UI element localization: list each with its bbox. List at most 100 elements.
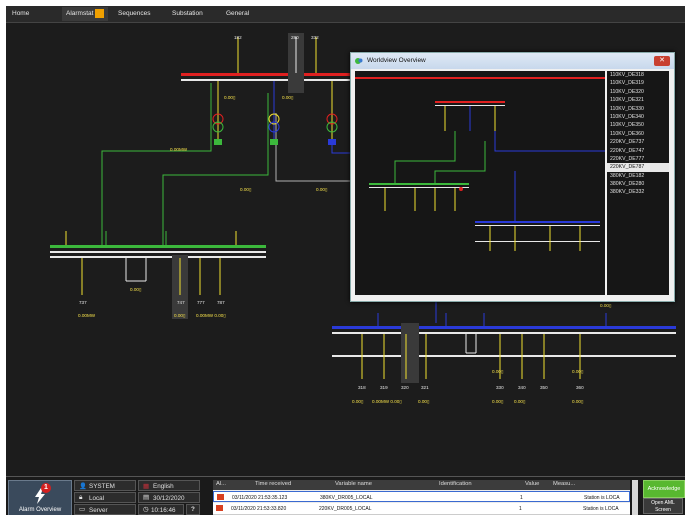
column-header[interactable]: Identification [439, 481, 472, 487]
mode-box: 🔒︎ Local [74, 492, 136, 503]
help-button[interactable]: ? [186, 504, 200, 515]
alarm-count-badge: 1 [41, 483, 51, 493]
minimap-svg [355, 77, 605, 251]
alarm-icon [216, 505, 223, 511]
value-cell: 1 [519, 506, 522, 512]
language-selector[interactable]: ▦ English [138, 480, 200, 491]
feeder-label: 340 [518, 385, 526, 390]
table-header: Al... Time received Variable name Identi… [213, 480, 630, 490]
list-item[interactable]: 380KV_DE280 [607, 180, 669, 188]
list-item[interactable]: 110KV_DE321 [607, 96, 669, 104]
time-cell: 03/11/2020 21:53:35.123 [232, 495, 288, 501]
column-header[interactable]: Time received [255, 481, 291, 487]
feeder-label: 321 [421, 385, 429, 390]
tab-substation[interactable]: Substation [168, 7, 214, 21]
user-box: 👤 SYSTEM [74, 480, 136, 491]
list-item[interactable]: 110KV_DE330 [607, 105, 669, 113]
table-row[interactable]: 03/11/2020 21:53:35.123 380KV_DR005_LOCA… [213, 491, 630, 502]
user-name: SYSTEM [89, 483, 115, 490]
window-title-bar[interactable]: Worldview Overview ✕ [351, 53, 674, 69]
left-feeders [65, 231, 237, 295]
date-box: ▤ 30/12/2020 [138, 492, 200, 503]
list-item[interactable]: 220KV_DE747 [607, 147, 669, 155]
value-cell: 1 [520, 495, 523, 501]
list-item[interactable]: 110KV_DE350 [607, 121, 669, 129]
bus-220kv-green [50, 245, 266, 248]
tab-home[interactable]: Home [8, 7, 48, 21]
measure-cell: Station is LOCA [584, 495, 620, 501]
column-header[interactable]: Variable name [335, 481, 372, 487]
bottom-status-bar: 1 Alarm Overview 👤 SYSTEM ▦ English 🔒︎ L… [6, 476, 685, 515]
alarm-icon [217, 494, 224, 500]
screen-label: Screen [655, 507, 671, 513]
column-header[interactable]: Value [525, 481, 539, 487]
measurement-value: 0.00▯ [352, 399, 364, 404]
feeder-label: 319 [380, 385, 388, 390]
mode-label: Local [89, 495, 105, 502]
measurement-value: 0.00▯ [492, 399, 504, 404]
worldview-overview-window[interactable]: Worldview Overview ✕ 110KV_DE318 110KV_D… [350, 52, 675, 302]
variable-cell: 380KV_DR005_LOCAL [320, 495, 373, 501]
feeder-label: 350 [540, 385, 548, 390]
list-item[interactable]: 220KV_DE777 [607, 155, 669, 163]
flag-icon: ▦ [143, 483, 149, 490]
variable-cell: 220KV_DR005_LOCAL [319, 506, 372, 512]
feeder-label: 330 [496, 385, 504, 390]
table-scrollbar[interactable] [632, 480, 638, 515]
bus-380kv-red [181, 73, 351, 76]
feeder-label: 320 [401, 385, 409, 390]
close-icon[interactable]: ✕ [654, 56, 670, 66]
clock-icon: ◷ [143, 506, 149, 513]
tab-general[interactable]: General [222, 7, 274, 21]
time-box: ◷ 10:16:46 [138, 504, 184, 515]
green-interconnect-1 [101, 83, 212, 245]
column-header[interactable]: Al... [216, 481, 226, 487]
feeder-label: 182 [234, 35, 242, 40]
list-item[interactable]: 110KV_DE318 [607, 71, 669, 79]
tab-alarmstat[interactable]: Alarmstat [62, 7, 108, 21]
list-item[interactable]: 380KV_DE332 [607, 188, 669, 196]
feeder-label: 332 [311, 35, 319, 40]
feeder-label: 737 [79, 300, 87, 305]
measurement-value: 0.00▯ [492, 369, 504, 374]
tab-sequences[interactable]: Sequences [114, 7, 160, 21]
list-item[interactable]: 380KV_DE182 [607, 172, 669, 180]
measurement-value: 0.00▯ [130, 287, 142, 292]
lock-icon: 🔒︎ [79, 494, 83, 501]
bus-220kv-white [50, 251, 266, 253]
time-cell: 03/11/2020 21:53:33.820 [231, 506, 287, 512]
feeder-label: 747 [177, 300, 185, 305]
server-box: ▭ Server [74, 504, 136, 515]
green-interconnect-2 [162, 93, 269, 245]
tab-alarmstat-label: Alarmstat [66, 10, 94, 17]
measurement-value: 0.00MW 0.00▯ [372, 399, 402, 404]
top-tab-bar: Home Alarmstat Sequences Substation Gene… [6, 6, 685, 23]
alarm-table: Al... Time received Variable name Identi… [213, 480, 630, 515]
help-icon: ? [191, 506, 195, 513]
list-item[interactable]: 220KV_DE737 [607, 138, 669, 146]
measure-cell: Station is LOCA [583, 506, 619, 512]
grey-interconnect [275, 113, 350, 182]
column-header[interactable]: Measu... [553, 481, 575, 487]
monitor-icon: ▭ [79, 506, 85, 513]
alarm-overview-button[interactable]: 1 Alarm Overview [8, 480, 72, 515]
list-item[interactable]: 110KV_DE360 [607, 130, 669, 138]
substation-list[interactable]: 110KV_DE318 110KV_DE319 110KV_DE320 110K… [607, 71, 669, 295]
open-aml-screen-button[interactable]: Open AML Screen [643, 498, 683, 514]
list-item[interactable]: 110KV_DE340 [607, 113, 669, 121]
measurement-value: 0.00MW [78, 313, 96, 318]
scada-window: Home Alarmstat Sequences Substation Gene… [6, 6, 685, 515]
list-item-selected[interactable]: 220KV_DE787 [607, 163, 669, 172]
table-row[interactable]: 03/11/2020 21:53:33.820 220KV_DR005_LOCA… [213, 503, 630, 515]
measurement-value: 0.00▯ [174, 313, 186, 318]
right-feeder-highlight [401, 323, 419, 383]
worldview-minimap[interactable] [355, 71, 605, 295]
feeder-label: 280 [291, 35, 299, 40]
top-feeders [212, 37, 338, 145]
feeder-label: 787 [217, 300, 225, 305]
measurement-value: 0.00MW 0.00▯ [196, 313, 226, 318]
list-item[interactable]: 110KV_DE320 [607, 88, 669, 96]
list-item[interactable]: 110KV_DE319 [607, 79, 669, 87]
user-icon: 👤 [79, 483, 87, 490]
acknowledge-button[interactable]: Acknowledge [643, 480, 685, 498]
